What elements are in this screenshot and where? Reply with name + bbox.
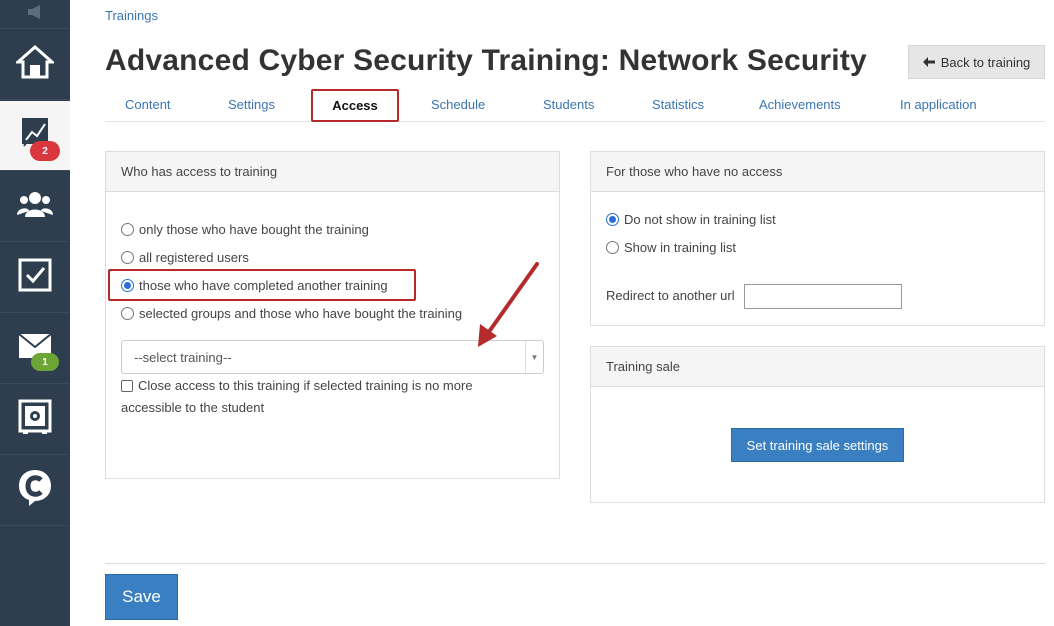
- close-access-label-2: accessible to the student: [121, 400, 265, 415]
- tab-achievements[interactable]: Achievements: [759, 97, 841, 112]
- radio-completed-another[interactable]: [121, 279, 134, 292]
- no-access-panel-title: For those who have no access: [591, 152, 1044, 192]
- no-access-option-label: Do not show in training list: [624, 212, 776, 227]
- access-option-bought[interactable]: only those who have bought the training: [121, 222, 369, 237]
- page-title: Advanced Cyber Security Training: Networ…: [105, 44, 867, 77]
- radio-registered[interactable]: [121, 251, 134, 264]
- sidebar-item-messages[interactable]: [0, 314, 70, 384]
- tab-statistics[interactable]: Statistics: [652, 97, 704, 112]
- tab-schedule[interactable]: Schedule: [431, 97, 485, 112]
- tab-content[interactable]: Content: [125, 97, 171, 112]
- sidebar-item-announcements[interactable]: [0, 0, 70, 29]
- back-button-label: Back to training: [940, 54, 1031, 70]
- no-access-option-hide[interactable]: Do not show in training list: [606, 212, 776, 227]
- tab-in-application[interactable]: In application: [900, 97, 977, 112]
- access-option-label: only those who have bought the training: [139, 222, 369, 237]
- set-training-sale-settings-button[interactable]: Set training sale settings: [731, 428, 904, 462]
- home-icon: [14, 44, 56, 84]
- sidebar: 2 1: [0, 0, 70, 626]
- checkbox-icon: [18, 258, 52, 297]
- sidebar-badge-messages: 1: [31, 353, 59, 371]
- no-access-option-show[interactable]: Show in training list: [606, 240, 736, 255]
- sidebar-item-safe[interactable]: [0, 385, 70, 455]
- radio-show[interactable]: [606, 241, 619, 254]
- access-option-label: selected groups and those who have bough…: [139, 306, 463, 321]
- access-panel-title: Who has access to training: [106, 152, 559, 192]
- access-option-label: those who have completed another trainin…: [139, 278, 388, 293]
- no-access-option-label: Show in training list: [624, 240, 736, 255]
- access-option-groups[interactable]: selected groups and those who have bough…: [121, 306, 462, 321]
- close-access-label-1: Close access to this training if selecte…: [138, 378, 473, 393]
- sidebar-item-tasks[interactable]: [0, 243, 70, 313]
- tab-bar: Content Settings Access Schedule Student…: [105, 88, 1045, 122]
- access-option-registered[interactable]: all registered users: [121, 250, 249, 265]
- sidebar-item-trainings[interactable]: [0, 101, 70, 171]
- training-select-value: --select training--: [134, 350, 232, 365]
- close-access-checkbox[interactable]: [121, 379, 133, 392]
- radio-hide[interactable]: [606, 213, 619, 226]
- close-access-checkbox-row[interactable]: Close access to this training if selecte…: [121, 378, 473, 393]
- save-button[interactable]: Save: [105, 574, 178, 620]
- breadcrumb-trainings[interactable]: Trainings: [105, 8, 158, 23]
- annotation-arrow-icon: [478, 262, 539, 347]
- sidebar-item-home[interactable]: [0, 30, 70, 100]
- redirect-url-input[interactable]: [744, 284, 902, 309]
- tab-settings[interactable]: Settings: [228, 97, 275, 112]
- access-option-label: all registered users: [139, 250, 249, 265]
- back-to-training-button[interactable]: Back to training: [908, 45, 1045, 79]
- chat-c-icon: [17, 468, 53, 513]
- access-option-completed-another[interactable]: those who have completed another trainin…: [121, 278, 388, 293]
- radio-bought[interactable]: [121, 223, 134, 236]
- safe-icon: [18, 399, 52, 440]
- footer-divider: [105, 563, 1045, 564]
- redirect-label: Redirect to another url: [606, 288, 735, 303]
- sidebar-item-users[interactable]: [0, 172, 70, 242]
- training-sale-panel-title: Training sale: [591, 347, 1044, 387]
- tab-students[interactable]: Students: [543, 97, 594, 112]
- sidebar-item-chat[interactable]: [0, 456, 70, 526]
- tab-access[interactable]: Access: [311, 89, 399, 122]
- radio-groups[interactable]: [121, 307, 134, 320]
- megaphone-icon: [24, 4, 46, 24]
- users-icon: [17, 189, 53, 224]
- training-sale-panel: Training sale: [590, 346, 1045, 503]
- sidebar-badge-trainings: 2: [30, 141, 60, 161]
- arrow-left-icon: [922, 55, 935, 70]
